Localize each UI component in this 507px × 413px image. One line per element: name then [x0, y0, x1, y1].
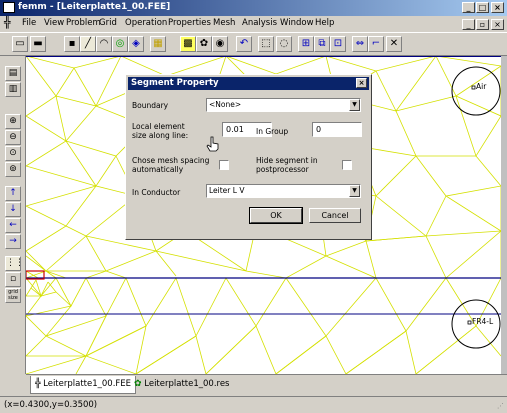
pan-right-icon[interactable]: →	[5, 234, 21, 249]
copy-icon[interactable]: ⧉	[314, 36, 330, 52]
select-rect-icon[interactable]: ⬚	[258, 36, 274, 52]
element-size-label-line2: size along line:	[132, 131, 189, 140]
snap-grid-icon[interactable]: ▫	[5, 272, 21, 287]
app-icon	[3, 2, 15, 13]
segment-mode-icon[interactable]: ╱	[80, 36, 96, 52]
document-icon[interactable]: ▤	[5, 66, 21, 81]
dialog-close-button[interactable]: ×	[356, 78, 367, 88]
notes-icon[interactable]: ▥	[5, 82, 21, 97]
show-grid-icon[interactable]: ⋮⋮	[5, 256, 24, 271]
close-button[interactable]: ×	[491, 2, 504, 13]
mirror-icon[interactable]: ⇔	[352, 36, 368, 52]
hide-segment-label-line2: postprocessor	[256, 165, 309, 174]
tab-leiterplatte-fee[interactable]: ╬ Leiterplatte1_00.FEE	[30, 376, 137, 394]
dialog-title: Segment Property	[131, 78, 219, 88]
menu-operation[interactable]: Operation	[125, 18, 167, 28]
block-label-fr4: FR4-L	[472, 317, 494, 326]
fillet-icon[interactable]: ⌐	[368, 36, 384, 52]
menu-mesh[interactable]: Mesh	[213, 18, 235, 28]
zoom-window-icon[interactable]: ⊚	[5, 162, 21, 177]
postprocessor-icon: ✿	[134, 379, 142, 389]
cancel-button[interactable]: Cancel	[309, 208, 361, 223]
analyze-icon[interactable]: ✿	[196, 36, 212, 52]
hide-segment-label-line1: Hide segment in	[256, 156, 318, 165]
left-toolbar: ▤ ▥ ⊕ ⊖ ⊙ ⊚ ↑ ↓ ← → ⋮⋮ ▫ grid size	[0, 56, 26, 374]
zoom-fit-icon[interactable]: ⊙	[5, 146, 21, 161]
node-mode-icon[interactable]: ▪	[64, 36, 80, 52]
in-conductor-select[interactable]: Leiter L V ▼	[206, 184, 361, 198]
in-conductor-label: In Conductor	[132, 188, 181, 197]
boundary-value: <None>	[209, 100, 242, 109]
menu-properties[interactable]: Properties	[168, 18, 211, 28]
delete-icon[interactable]: ✕	[386, 36, 402, 52]
menu-help[interactable]: Help	[315, 18, 334, 28]
in-group-label: In Group	[256, 127, 289, 136]
boundary-label: Boundary	[132, 101, 169, 110]
chevron-down-icon[interactable]: ▼	[349, 185, 360, 197]
doc-restore-button[interactable]: ▫	[476, 19, 489, 30]
document-icon[interactable]: ╬	[4, 16, 11, 29]
tab-label: Leiterplatte1_00.res	[144, 379, 230, 389]
menu-grid[interactable]: Grid	[99, 18, 117, 28]
auto-mesh-label-line1: Chose mesh spacing	[132, 156, 210, 165]
new-file-icon[interactable]: ▭	[12, 36, 28, 52]
doc-minimize-button[interactable]: _	[462, 19, 475, 30]
air-label-circle	[451, 66, 501, 116]
block-label-air: Air	[476, 82, 487, 91]
tab-label: Leiterplatte1_00.FEE	[43, 379, 132, 389]
menu-problem[interactable]: Problem	[66, 18, 101, 28]
menu-bar: ╬ File View Problem Grid Operation Prope…	[0, 16, 507, 32]
doc-close-button[interactable]: ×	[491, 19, 504, 30]
boundary-select[interactable]: <None> ▼	[206, 98, 361, 112]
hand-cursor-icon	[206, 136, 219, 152]
select-circle-icon[interactable]: ◌	[276, 36, 292, 52]
zoom-out-icon[interactable]: ⊖	[5, 130, 21, 145]
title-bar: femm - [Leiterplatte1_00.FEE] _ □ ×	[0, 0, 507, 16]
menu-view[interactable]: View	[44, 18, 64, 28]
auto-mesh-checkbox[interactable]	[219, 160, 229, 170]
element-size-label-line1: Local element	[132, 122, 185, 131]
main-toolbar: ▭ ▬ ▪ ╱ ◠ ◎ ◈ ▦ ▩ ✿ ◉ ↶ ⬚ ◌ ⊞ ⧉ ⊡ ⇔ ⌐ ✕	[0, 32, 507, 56]
zoom-in-icon[interactable]: ⊕	[5, 114, 21, 129]
open-folder-icon[interactable]: ▬	[30, 36, 46, 52]
dialog-title-bar: Segment Property ×	[128, 77, 369, 90]
segment-property-dialog: Segment Property × Boundary <None> ▼ Loc…	[125, 74, 372, 240]
pan-left-icon[interactable]: ←	[5, 218, 21, 233]
chevron-down-icon[interactable]: ▼	[349, 99, 360, 111]
coordinates-readout: (x=0.4300,y=0.3500)	[4, 400, 98, 410]
hide-segment-checkbox[interactable]	[342, 160, 352, 170]
block-label-icon[interactable]: ◎	[112, 36, 128, 52]
menu-analysis[interactable]: Analysis	[242, 18, 277, 28]
scale-icon[interactable]: ⊡	[330, 36, 346, 52]
ok-button[interactable]: OK	[249, 207, 303, 224]
vertical-scrollbar[interactable]	[501, 56, 507, 374]
menu-window[interactable]: Window	[280, 18, 314, 28]
pan-up-icon[interactable]: ↑	[5, 186, 21, 201]
view-results-icon[interactable]: ◉	[212, 36, 228, 52]
arc-mode-icon[interactable]: ◠	[96, 36, 112, 52]
in-group-input[interactable]: 0	[312, 122, 362, 137]
document-tabs: ╬ Leiterplatte1_00.FEE ✿ Leiterplatte1_0…	[26, 374, 507, 394]
menu-file[interactable]: File	[22, 18, 36, 28]
window-title: femm - [Leiterplatte1_00.FEE]	[18, 2, 171, 12]
mesh-icon[interactable]: ▩	[180, 36, 196, 52]
pan-down-icon[interactable]: ↓	[5, 202, 21, 217]
move-icon[interactable]: ⊞	[298, 36, 314, 52]
undo-icon[interactable]: ↶	[236, 36, 252, 52]
minimize-button[interactable]: _	[462, 2, 475, 13]
zoom-window-icon[interactable]: ▦	[150, 36, 166, 52]
tab-leiterplatte-res[interactable]: ✿ Leiterplatte1_00.res	[130, 376, 234, 393]
auto-mesh-label-line2: automatically	[132, 165, 184, 174]
resize-grip-icon[interactable]: ⋰	[497, 402, 504, 410]
group-mode-icon[interactable]: ◈	[128, 36, 144, 52]
maximize-button[interactable]: □	[476, 2, 489, 13]
in-conductor-value: Leiter L V	[209, 186, 245, 195]
grid-size-button[interactable]: grid size	[5, 288, 21, 303]
status-bar: (x=0.4300,y=0.3500) ⋰	[0, 396, 507, 413]
preprocessor-icon: ╬	[35, 379, 41, 389]
